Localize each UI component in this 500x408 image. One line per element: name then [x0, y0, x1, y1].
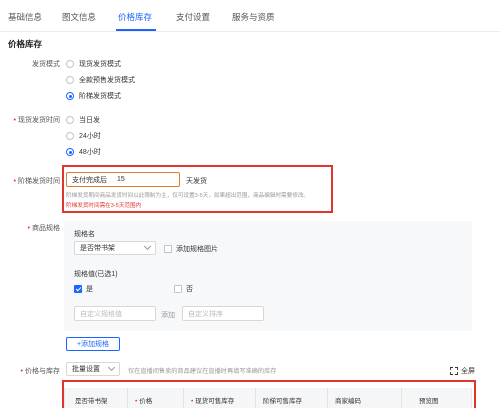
tier-ship-hint: 阶梯发货期间商品发货时间以此限制为主，仅可设置3-5天，如果超出范围，商品编辑时… [66, 193, 310, 199]
tab-service-qualification[interactable]: 服务与资质 [232, 11, 275, 23]
radio-dot [66, 60, 74, 68]
radio-24-hours[interactable]: 24小时 [66, 131, 101, 141]
radio-same-day[interactable]: 当日发 [66, 115, 100, 125]
column-divider [127, 388, 128, 408]
spec-values-label: 规格值(已选1) [74, 271, 118, 278]
tab-bar: 基础信息 图文信息 价格库存 支付设置 服务与资质 [0, 0, 500, 32]
column-divider [327, 388, 328, 408]
section-title: 价格库存 [8, 39, 43, 49]
radio-dot [66, 76, 74, 84]
radio-dot-selected [66, 92, 74, 100]
tier-ship-time-label: • 阶梯发货时间 [13, 178, 60, 185]
column-divider [255, 388, 256, 408]
spec-value-yes-checkbox[interactable]: 是 [74, 284, 93, 294]
custom-sort-input[interactable]: 自定义排序 [182, 306, 264, 321]
tier-ship-days-input[interactable]: 支付完成后 15 [66, 172, 180, 187]
price-stock-note: 仅在直播间售卖的商品建议在直播时再填写准确的库存 [128, 368, 277, 375]
custom-spec-value-input[interactable]: 自定义规格值 [74, 306, 156, 321]
radio-dot-selected [66, 148, 74, 156]
radio-dot [66, 116, 74, 124]
spec-name-label: 规格名 [74, 231, 95, 238]
spec-name-value: 是否带书架 [80, 245, 115, 252]
input-prefix: 支付完成后 [72, 176, 107, 184]
price-stock-label: • 价格与库存 [20, 368, 60, 375]
column-header-merchant-code: 商家编码 [335, 398, 361, 405]
price-table-header: 是否带书架 • 价格 • 现货可售库存 阶梯可售库存 商家编码 预览图 [64, 388, 472, 408]
add-spec-image-checkbox[interactable]: 添加规格图片 [164, 244, 218, 254]
column-header-price: • 价格 [135, 398, 153, 405]
column-header-tier-stock: 阶梯可售库存 [263, 398, 302, 405]
chevron-down-icon [143, 242, 152, 251]
shipping-mode-label: 发货模式 [32, 61, 60, 68]
column-divider [183, 388, 184, 408]
radio-full-presale-shipping[interactable]: 全款预售发货模式 [66, 75, 135, 85]
checkbox-checked [74, 285, 82, 293]
add-spec-button[interactable]: +添加规格 [66, 337, 120, 351]
add-spec-value-link[interactable]: 添加 [161, 310, 175, 320]
spec-panel: 规格名 是否带书架 添加规格图片 规格值(已选1) 是 否 自定义规格值 添加 … [64, 221, 472, 331]
spec-value-no-checkbox[interactable]: 否 [174, 284, 193, 294]
expand-icon [450, 367, 458, 375]
tab-price-stock[interactable]: 价格库存 [118, 11, 152, 23]
column-header-preview: 预览图 [419, 398, 439, 405]
checkbox-box [164, 245, 172, 253]
column-divider [401, 388, 402, 408]
product-spec-label: • 商品规格 [27, 225, 60, 232]
fullscreen-button[interactable]: 全屏 [450, 366, 475, 376]
tier-ship-error: 阶梯发货时间需在3-5天范围内 [66, 203, 142, 209]
radio-dot [66, 132, 74, 140]
column-header-spot-stock: • 现货可售库存 [191, 398, 235, 405]
tab-payment-settings[interactable]: 支付设置 [176, 11, 210, 23]
chevron-down-icon [107, 363, 116, 372]
spot-ship-time-label: • 现货发货时间 [13, 117, 60, 124]
radio-tier-shipping[interactable]: 阶梯发货模式 [66, 91, 121, 101]
active-tab-indicator [116, 29, 156, 31]
tab-basic-info[interactable]: 基础信息 [8, 11, 42, 23]
tab-graphic-info[interactable]: 图文信息 [62, 11, 96, 23]
input-value: 15 [117, 176, 125, 183]
radio-spot-shipping[interactable]: 现货发货模式 [66, 59, 121, 69]
batch-settings-dropdown[interactable]: 批量设置 [66, 362, 120, 376]
spec-name-select[interactable]: 是否带书架 [74, 241, 156, 255]
checkbox-box [174, 285, 182, 293]
column-header-spec: 是否带书架 [75, 398, 108, 405]
tier-ship-suffix: 天发货 [186, 178, 207, 185]
radio-48-hours[interactable]: 48小时 [66, 147, 101, 157]
